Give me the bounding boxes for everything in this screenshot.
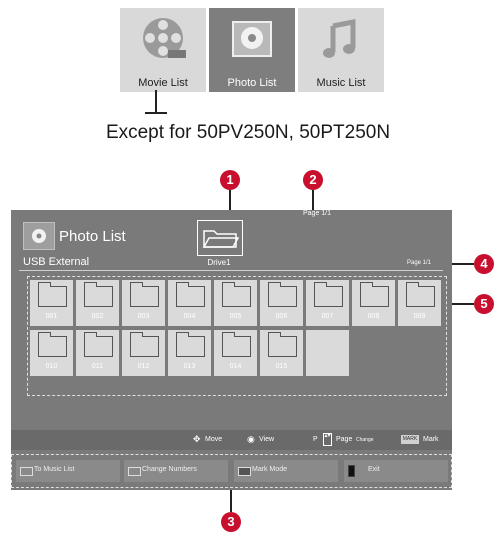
folder-label: 008 (367, 313, 380, 320)
button-label: To Music List (34, 466, 75, 473)
hint-page: Page (336, 436, 353, 443)
green-key-icon (128, 467, 141, 476)
callout-4: 4 (474, 254, 494, 274)
hint-page-p: P (313, 436, 318, 443)
folder-icon (176, 332, 205, 357)
page-indicator-right: Page 1/1 (407, 260, 432, 266)
folder-item[interactable]: 007 (306, 280, 349, 326)
hint-bar: ✥ Move ◉ View P ▴▾ Page Change MARK Mark (11, 430, 452, 450)
folder-item[interactable]: 006 (260, 280, 303, 326)
callout-1: 1 (220, 170, 240, 190)
yellow-key-icon (238, 467, 251, 476)
callout-2: 2 (303, 170, 323, 190)
red-key-icon (20, 467, 33, 476)
change-numbers-button[interactable]: Change Numbers (124, 460, 228, 482)
folder-icon (406, 282, 435, 307)
tab-music-list[interactable]: Music List (298, 8, 384, 92)
folder-label: 015 (275, 363, 288, 370)
callout-5: 5 (474, 294, 494, 314)
folder-icon (84, 332, 113, 357)
screen-title: Photo List (59, 228, 126, 245)
folder-label: 001 (45, 313, 58, 320)
button-label: Exit (368, 466, 380, 473)
callout-3: 3 (221, 512, 241, 532)
empty-slot (306, 330, 349, 376)
page-updown-icon: ▴▾ (323, 433, 332, 446)
folder-label: 012 (137, 363, 150, 370)
folder-icon (176, 282, 205, 307)
header-divider (19, 270, 443, 271)
folder-label: 009 (413, 313, 426, 320)
button-label: Change Numbers (142, 466, 197, 473)
mark-mode-button[interactable]: Mark Mode (234, 460, 338, 482)
drive-folder-icon[interactable] (197, 220, 243, 256)
folder-label: 003 (137, 313, 150, 320)
folder-item[interactable]: 012 (122, 330, 165, 376)
pointer-base (145, 112, 167, 114)
hint-move: Move (205, 436, 223, 443)
folder-label: 014 (229, 363, 242, 370)
mark-key-icon: MARK (401, 435, 419, 444)
hint-view: View (259, 436, 275, 443)
folder-item[interactable]: 011 (76, 330, 119, 376)
tab-label: Photo List (227, 77, 277, 89)
folder-icon (222, 282, 251, 307)
hint-mark: Mark (423, 436, 439, 443)
flower-photo-icon (232, 21, 272, 57)
folder-label: 011 (91, 363, 104, 370)
move-arrows-icon: ✥ (193, 434, 201, 444)
folder-item[interactable]: 002 (76, 280, 119, 326)
folder-label: 002 (91, 313, 104, 320)
page-indicator-top: Page 1/1 (303, 210, 332, 217)
folder-grid: 001 002 003 004 005 006 007 008 009 010 … (27, 276, 447, 396)
folder-icon (130, 282, 159, 307)
tab-label: Music List (316, 77, 366, 89)
exit-button[interactable]: Exit (344, 460, 448, 482)
folder-item[interactable]: 015 (260, 330, 303, 376)
folder-item[interactable]: 003 (122, 280, 165, 326)
folder-icon (360, 282, 389, 307)
film-reel-icon (143, 18, 186, 58)
hint-change: Change (356, 437, 374, 443)
folder-icon (38, 332, 67, 357)
folder-item[interactable]: 009 (398, 280, 441, 326)
folder-icon (38, 282, 67, 307)
folder-item[interactable]: 004 (168, 280, 211, 326)
folder-item[interactable]: 014 (214, 330, 257, 376)
drive-label: Drive1 (207, 258, 231, 267)
folder-label: 013 (183, 363, 196, 370)
folder-item[interactable]: 013 (168, 330, 211, 376)
folder-icon (314, 282, 343, 307)
folder-item[interactable]: 010 (30, 330, 73, 376)
music-note-icon (323, 18, 356, 58)
photo-list-title-icon (23, 222, 55, 250)
folder-item[interactable]: 008 (352, 280, 395, 326)
tab-label: Movie List (138, 77, 188, 89)
folder-icon (268, 282, 297, 307)
folder-icon (84, 282, 113, 307)
folder-label: 010 (45, 363, 58, 370)
pointer-line (155, 90, 157, 114)
ok-button-icon: ◉ (247, 434, 255, 444)
folder-item[interactable]: 005 (214, 280, 257, 326)
folder-label: 004 (183, 313, 196, 320)
folder-label: 007 (321, 313, 334, 320)
photo-list-screen: Photo List Drive1 Page 1/1 USB External … (11, 210, 452, 490)
color-button-bar: To Music List Change Numbers Mark Mode E… (11, 454, 452, 488)
folder-label: 006 (275, 313, 288, 320)
folder-icon (268, 332, 297, 357)
folder-item[interactable]: 001 (30, 280, 73, 326)
to-music-list-button[interactable]: To Music List (16, 460, 120, 482)
callout-2-line (312, 190, 314, 212)
blue-key-icon (348, 465, 355, 477)
button-label: Mark Mode (252, 466, 288, 473)
source-label: USB External (23, 256, 90, 268)
tab-photo-list[interactable]: Photo List (209, 8, 295, 92)
folder-icon (130, 332, 159, 357)
folder-label: 005 (229, 313, 242, 320)
folder-icon (222, 332, 251, 357)
tab-movie-list[interactable]: Movie List (120, 8, 206, 92)
model-note: Except for 50PV250N, 50PT250N (105, 122, 391, 143)
